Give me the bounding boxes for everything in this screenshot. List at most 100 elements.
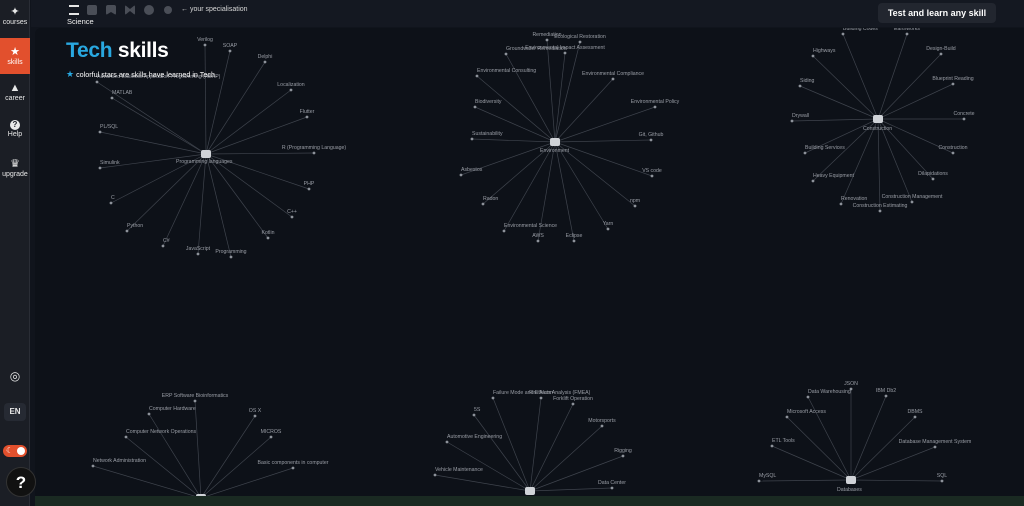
breadcrumb-dot-icon[interactable] (164, 6, 172, 14)
sidebar-item-skills[interactable]: ★ skills (0, 38, 30, 74)
skill-node[interactable] (785, 415, 789, 419)
skill-node[interactable] (289, 88, 293, 92)
category-hub-icon[interactable] (846, 476, 856, 484)
sidebar-item-courses[interactable]: ✦ courses (0, 6, 30, 32)
skill-node[interactable] (536, 239, 540, 243)
skill-node[interactable] (572, 239, 576, 243)
sidebar-item-career[interactable]: ▲ career (0, 82, 30, 106)
skill-label[interactable]: DBMS (908, 409, 924, 415)
skill-node[interactable] (472, 413, 476, 417)
skill-label[interactable]: Forklift Operation (553, 396, 593, 402)
skill-label[interactable]: Basic components in computer (258, 460, 329, 466)
skill-label[interactable]: R (Programming Language) (282, 145, 347, 151)
skill-node[interactable] (649, 138, 653, 142)
skill-node[interactable] (95, 80, 99, 84)
category-hub-icon[interactable] (550, 138, 560, 146)
category-hub-icon[interactable] (525, 487, 535, 495)
skill-node[interactable] (291, 466, 295, 470)
skill-label[interactable]: Construction Management (882, 194, 943, 200)
breadcrumb-square-icon[interactable] (87, 5, 97, 15)
skill-label[interactable]: Computer Network Operations (126, 429, 196, 435)
skill-node[interactable] (266, 236, 270, 240)
skill-label[interactable]: Verilog (197, 37, 213, 43)
skill-node[interactable] (203, 43, 207, 47)
sidebar-item-help[interactable]: ? Help (0, 120, 30, 144)
skill-node[interactable] (433, 473, 437, 477)
skill-node[interactable] (470, 137, 474, 141)
skill-label[interactable]: IBM Db2 (876, 388, 896, 394)
skill-label[interactable]: Computer Hardware (149, 406, 196, 412)
language-button[interactable]: EN (4, 403, 26, 421)
theme-toggle[interactable]: ☾ (3, 445, 27, 457)
skill-node[interactable] (931, 177, 935, 181)
skill-label[interactable]: Groundwater Remediation (506, 46, 567, 52)
skill-label[interactable]: Drywall (792, 113, 809, 119)
skill-label[interactable]: Ecological Restoration (554, 34, 606, 40)
skill-label[interactable]: Biodiversity (475, 99, 502, 105)
skill-label[interactable]: MySQL (759, 473, 776, 479)
skill-label[interactable]: Automotive Engineering (447, 434, 502, 440)
skill-label[interactable]: Git, Github (639, 132, 664, 138)
skill-label[interactable]: Concrete (953, 111, 974, 117)
skill-label[interactable]: Microsoft Access (787, 409, 826, 415)
test-and-learn-button[interactable]: Test and learn any skill (878, 3, 996, 23)
skill-node[interactable] (803, 151, 807, 155)
skill-label[interactable]: Eclipse (566, 233, 583, 239)
skill-label[interactable]: Network Administration (93, 458, 146, 464)
skill-label[interactable]: Design-Build (926, 46, 956, 52)
skill-node[interactable] (563, 51, 567, 55)
skill-label[interactable]: AWS (532, 233, 544, 239)
category-hub-label[interactable]: Programming languages (176, 159, 233, 165)
skill-node[interactable] (109, 201, 113, 205)
skill-node[interactable] (633, 204, 637, 208)
skill-label[interactable]: Environmental Science (504, 223, 557, 229)
skill-node[interactable] (951, 151, 955, 155)
skill-node[interactable] (798, 84, 802, 88)
skill-node[interactable] (459, 173, 463, 177)
skill-node[interactable] (263, 60, 267, 64)
skill-label[interactable]: C# (163, 238, 170, 244)
skill-node[interactable] (491, 396, 495, 400)
skill-node[interactable] (161, 244, 165, 248)
category-hub-icon[interactable] (201, 150, 211, 158)
skill-node[interactable] (757, 479, 761, 483)
skill-node[interactable] (571, 402, 575, 406)
skill-node[interactable] (650, 174, 654, 178)
skill-node[interactable] (502, 229, 506, 233)
skill-label[interactable]: Siding (800, 78, 815, 84)
skill-node[interactable] (811, 179, 815, 183)
skill-node[interactable] (849, 387, 853, 391)
skill-label[interactable]: Yarn (603, 221, 614, 227)
skill-label[interactable]: Building Codes (843, 28, 878, 32)
skill-node[interactable] (196, 252, 200, 256)
skill-node[interactable] (611, 77, 615, 81)
category-hub-label[interactable]: Environment (540, 148, 570, 154)
skill-label[interactable]: 5S (474, 407, 481, 413)
skill-node[interactable] (481, 202, 485, 206)
skill-node[interactable] (110, 96, 114, 100)
skill-node[interactable] (290, 215, 294, 219)
skill-node[interactable] (839, 202, 843, 206)
skill-node[interactable] (884, 394, 888, 398)
help-fab-button[interactable]: ? (6, 467, 36, 497)
skill-node[interactable] (98, 130, 102, 134)
skill-label[interactable]: Python (127, 223, 143, 229)
skill-node[interactable] (653, 105, 657, 109)
skill-node[interactable] (770, 444, 774, 448)
skill-label[interactable]: ETL Tools (772, 438, 795, 444)
skill-node[interactable] (606, 227, 610, 231)
skill-label[interactable]: Fire Alarm (529, 390, 553, 396)
skill-node[interactable] (940, 479, 944, 483)
skill-label[interactable]: Highways (813, 48, 836, 54)
settings-icon[interactable]: ◎ (0, 369, 30, 383)
skill-label[interactable]: Environmental Policy (631, 99, 680, 105)
skill-node[interactable] (600, 424, 604, 428)
skill-node[interactable] (91, 464, 95, 468)
skill-label[interactable]: Earthworks (894, 28, 920, 32)
skill-node[interactable] (610, 486, 614, 490)
skill-node[interactable] (545, 38, 549, 42)
skill-label[interactable]: Sustainability (472, 131, 503, 137)
skill-label[interactable]: Heavy Equipment (813, 173, 855, 179)
skill-node[interactable] (939, 52, 943, 56)
skill-node[interactable] (504, 52, 508, 56)
